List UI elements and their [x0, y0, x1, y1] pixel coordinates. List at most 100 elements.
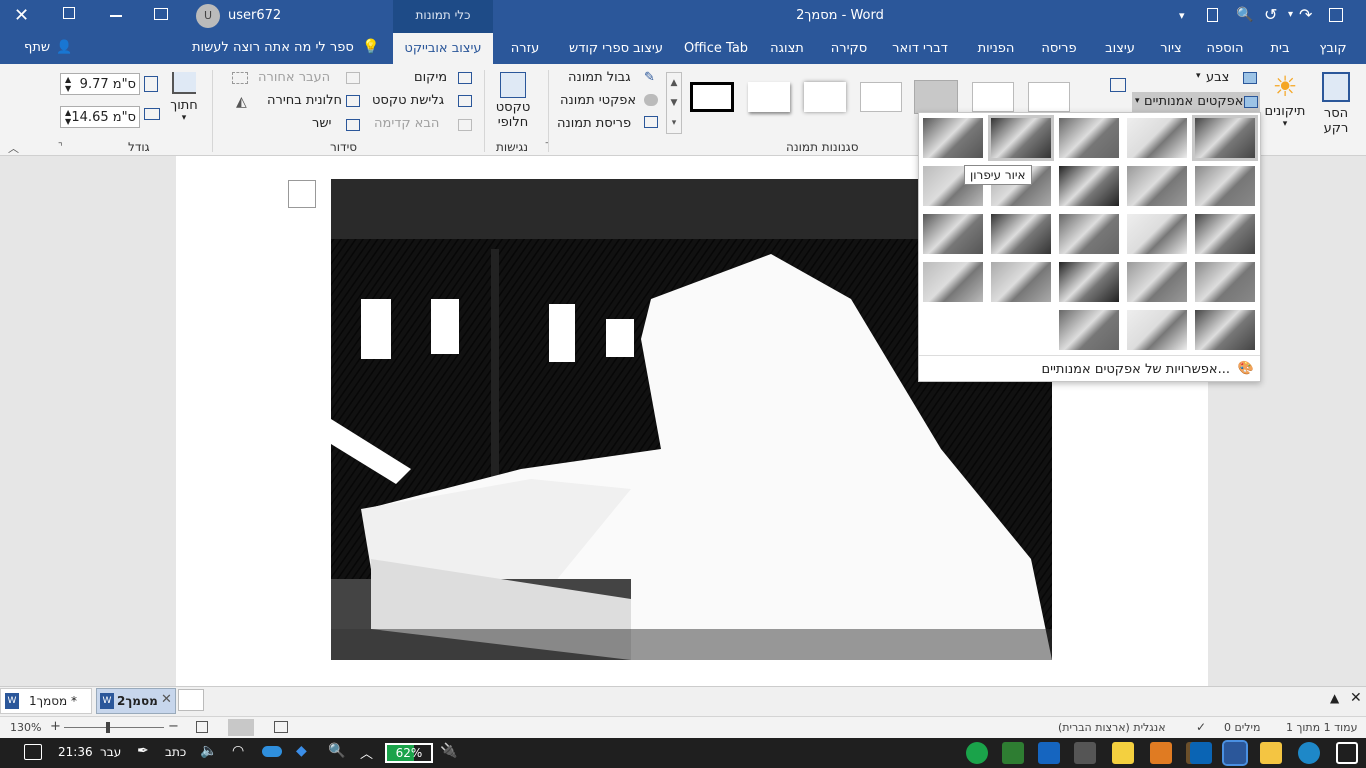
edge-icon[interactable] [1298, 742, 1320, 764]
artistic-effect-thumb[interactable] [1195, 166, 1255, 206]
avatar[interactable]: U [196, 4, 220, 28]
outlook-icon[interactable] [1190, 742, 1212, 764]
artistic-effect-thumb[interactable] [1127, 310, 1187, 350]
wifi-icon[interactable]: ◠ [232, 743, 244, 759]
ribbon-display-icon[interactable] [154, 8, 168, 20]
app-blue-doc-icon[interactable] [1038, 742, 1060, 764]
artistic-effects-button[interactable]: אפקטים אמנותיים ▾ [1132, 92, 1260, 112]
corrections-button[interactable]: ☀ תיקונים ▾ [1262, 70, 1308, 140]
artistic-effect-thumb[interactable] [1127, 166, 1187, 206]
artistic-effect-thumb[interactable] [923, 118, 983, 158]
language[interactable]: אנגלית (ארצות הברית) [1058, 721, 1166, 734]
artistic-effect-thumb[interactable] [923, 214, 983, 254]
tab-draw[interactable]: ציור [1157, 33, 1185, 64]
new-doc-icon[interactable] [1207, 8, 1218, 22]
print-preview-icon[interactable]: 🔍 [1236, 7, 1253, 23]
style-thumb[interactable] [914, 80, 958, 114]
artistic-effect-thumb[interactable] [1059, 310, 1119, 350]
clock[interactable]: 21:36 [58, 745, 93, 759]
focus-icon[interactable] [196, 721, 208, 733]
style-thumb[interactable] [972, 82, 1014, 112]
size-dialog-launcher-icon[interactable]: ⌝ [58, 142, 63, 153]
picture-effects-button[interactable]: אפקטי תמונה [560, 93, 636, 108]
tab-view[interactable]: תצוגה [766, 33, 808, 64]
spin-icon[interactable]: ▲ ▼ [65, 108, 71, 126]
tab-layout[interactable]: פריסה [1038, 33, 1080, 64]
artistic-effect-thumb[interactable] [1059, 118, 1119, 158]
artistic-effect-thumb[interactable] [923, 262, 983, 302]
artistic-effect-thumb[interactable] [1059, 214, 1119, 254]
artistic-effect-thumb[interactable] [988, 115, 1054, 161]
app-orange-icon[interactable] [1150, 742, 1172, 764]
app-green-y-icon[interactable] [966, 742, 988, 764]
page-count[interactable]: עמוד 1 מתוך 1 [1286, 721, 1357, 734]
artistic-effects-options-link[interactable]: 🎨 אפשרויות של אפקטים אמנותיים... [919, 360, 1260, 380]
style-thumb[interactable] [1028, 82, 1070, 112]
doc-tab-active[interactable]: W מסמך2 ✕ [96, 688, 176, 714]
windows-start-icon[interactable] [1336, 742, 1358, 764]
file-explorer-icon[interactable] [1260, 742, 1282, 764]
rotate-icon[interactable]: ◭ [236, 94, 247, 110]
tab-references[interactable]: הפניות [972, 33, 1020, 64]
qat-customize-icon[interactable]: ▾ [1179, 9, 1185, 22]
app-sticky-notes-icon[interactable] [1112, 742, 1134, 764]
zoom-slider-thumb[interactable] [106, 722, 110, 733]
share-button[interactable]: שתף [24, 40, 50, 55]
print-layout-icon[interactable] [228, 719, 254, 736]
artistic-effect-thumb[interactable] [1059, 262, 1119, 302]
scroll-up-icon[interactable]: ▲ [1330, 691, 1339, 705]
crop-button[interactable]: חתוך ▾ [164, 72, 204, 136]
tab-design[interactable]: עיצוב [1100, 33, 1140, 64]
notification-icon[interactable] [24, 744, 42, 760]
artistic-effect-thumb[interactable] [1059, 166, 1119, 206]
artistic-effect-thumb[interactable] [1127, 262, 1187, 302]
onedrive-icon[interactable] [262, 746, 282, 757]
new-tab-button[interactable] [178, 689, 204, 711]
tab-office-tab[interactable]: Office Tab [682, 33, 750, 64]
collapse-ribbon-icon[interactable]: ︿ [8, 140, 19, 156]
picture-border-button[interactable]: גבול תמונה [568, 70, 631, 85]
minimize-icon[interactable] [110, 15, 122, 17]
width-input[interactable]: ▲ ▼ 14.65 ס"מ [60, 106, 140, 128]
proofing-icon[interactable]: ✓ [1196, 720, 1206, 734]
close-tab-icon[interactable]: ✕ [161, 692, 172, 707]
compress-icon[interactable] [1110, 78, 1126, 92]
tab-object-format[interactable]: עיצוב אובייקט [393, 33, 493, 64]
group-icon[interactable] [232, 72, 248, 84]
tab-home[interactable]: בית [1266, 33, 1294, 64]
wrap-text-button[interactable]: גלישת טקסט [372, 93, 444, 108]
send-backward-button[interactable]: הבא קדימה [374, 116, 439, 131]
volume-icon[interactable]: 🔈 [200, 743, 217, 759]
share-icon[interactable]: 👤 [56, 40, 72, 55]
style-thumb[interactable] [690, 82, 734, 112]
close-icon[interactable]: ✕ [14, 6, 29, 26]
app-clover-icon[interactable] [1002, 742, 1024, 764]
style-thumb[interactable] [860, 82, 902, 112]
zoom-slider[interactable] [64, 727, 164, 728]
pen-icon[interactable]: ✒ [137, 743, 149, 759]
redo-icon[interactable]: ↷ [1299, 5, 1312, 24]
battery-indicator[interactable]: 62% [385, 743, 433, 763]
doc-tab[interactable]: W מסמך1 * [0, 688, 92, 714]
app-headset-icon[interactable] [1074, 742, 1096, 764]
word-taskbar-icon[interactable] [1222, 740, 1248, 766]
zoom-level[interactable]: 130% [10, 721, 41, 734]
tab-review[interactable]: סקירה [825, 33, 873, 64]
position-button[interactable]: מיקום [414, 70, 447, 85]
remove-background-button[interactable]: הסר רקע [1312, 70, 1360, 140]
tab-holy-books[interactable]: עיצוב ספרי קודש [560, 33, 672, 64]
keyboard-layout[interactable]: כתב [165, 745, 186, 759]
zoom-in-icon[interactable]: + [50, 719, 61, 734]
dropbox-icon[interactable]: ◆ [296, 743, 307, 759]
tab-mailings[interactable]: דברי דואר [888, 33, 952, 64]
close-all-icon[interactable]: ✕ [1350, 690, 1362, 706]
undo-dropdown-icon[interactable]: ▾ [1288, 9, 1293, 20]
color-button[interactable]: צבע [1206, 70, 1229, 85]
tab-help[interactable]: עזרה [505, 33, 545, 64]
align-button[interactable]: ישר [312, 116, 331, 131]
artistic-effect-thumb[interactable] [991, 214, 1051, 254]
gallery-scroll[interactable]: ▲ ▼ ▾ [666, 72, 682, 134]
spin-icon[interactable]: ▲ ▼ [65, 75, 71, 93]
style-thumb[interactable] [804, 82, 846, 112]
artistic-effect-thumb[interactable] [1192, 115, 1258, 161]
